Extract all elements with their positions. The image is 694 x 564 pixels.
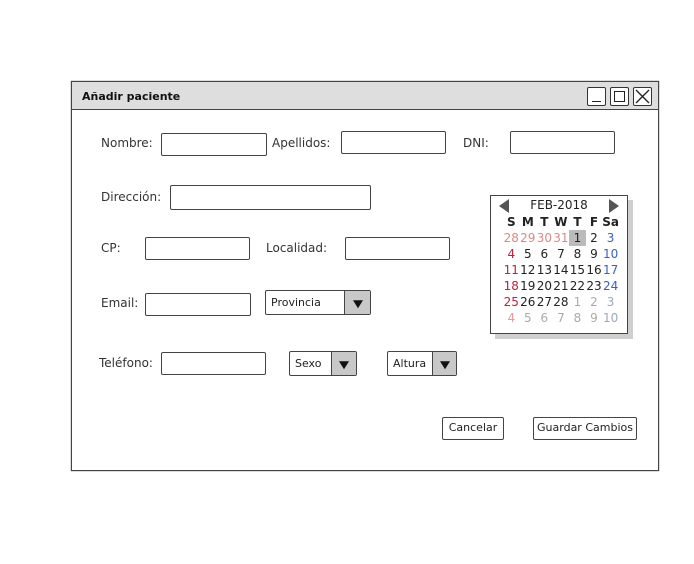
calendar-day[interactable]: 4: [503, 246, 520, 262]
direccion-input[interactable]: [170, 185, 371, 210]
minimize-button[interactable]: [587, 87, 606, 106]
calendar-day[interactable]: 13: [536, 262, 553, 278]
calendar-day[interactable]: 5: [520, 310, 537, 326]
dni-input[interactable]: [510, 131, 615, 154]
calendar-day[interactable]: 24: [602, 278, 619, 294]
chevron-down-icon[interactable]: [344, 291, 370, 314]
calendar-day[interactable]: 30: [536, 230, 553, 246]
calendar-weekday-header: Sa: [602, 215, 619, 229]
calendar-day[interactable]: 5: [520, 246, 537, 262]
calendar-day[interactable]: 7: [553, 310, 570, 326]
calendar-day[interactable]: 8: [569, 246, 586, 262]
provincia-select[interactable]: Provincia: [265, 290, 371, 315]
calendar-day[interactable]: 12: [520, 262, 537, 278]
calendar-weekday-header: F: [589, 215, 599, 229]
provincia-value: Provincia: [271, 296, 321, 309]
sexo-select[interactable]: Sexo: [289, 351, 357, 376]
apellidos-label: Apellidos:: [272, 136, 331, 150]
calendar-day[interactable]: 28: [503, 230, 520, 246]
dni-label: DNI:: [463, 136, 489, 150]
save-button[interactable]: Guardar Cambios: [533, 417, 637, 440]
date-picker-calendar: FEB-2018 S M T W T F Sa 28 29 30 31 1 2 3 4 5 6 7 8 9 10 11 12…: [490, 195, 628, 334]
calendar-day[interactable]: 28: [553, 294, 570, 310]
calendar-day[interactable]: 3: [602, 294, 619, 310]
calendar-day[interactable]: 4: [503, 310, 520, 326]
cp-input[interactable]: [145, 237, 250, 260]
apellidos-input[interactable]: [341, 131, 446, 154]
calendar-day[interactable]: 9: [586, 310, 603, 326]
localidad-label: Localidad:: [266, 241, 328, 255]
telefono-input[interactable]: [161, 352, 266, 375]
cancel-button[interactable]: Cancelar: [442, 417, 504, 440]
calendar-grid: S M T W T F Sa 28 29 30 31 1 2 3 4 5 6 7 8 9 10 11 12 13 14 15 16 1…: [503, 214, 619, 326]
nombre-label: Nombre:: [101, 136, 153, 150]
calendar-day[interactable]: 22: [569, 278, 586, 294]
calendar-day[interactable]: 2: [586, 230, 603, 246]
maximize-button[interactable]: [610, 87, 629, 106]
calendar-weekday-header: T: [540, 215, 549, 229]
calendar-day[interactable]: 16: [586, 262, 603, 278]
calendar-weekday-header: S: [506, 215, 516, 229]
nombre-input[interactable]: [161, 133, 267, 156]
calendar-weekday-header: M: [521, 215, 534, 229]
calendar-day[interactable]: 25: [503, 294, 520, 310]
calendar-day[interactable]: 17: [602, 262, 619, 278]
altura-value: Altura: [393, 357, 427, 370]
calendar-day[interactable]: 1: [569, 230, 586, 246]
email-input[interactable]: [145, 293, 251, 316]
calendar-day[interactable]: 14: [553, 262, 570, 278]
title-bar[interactable]: Añadir paciente: [72, 82, 658, 110]
calendar-day[interactable]: 23: [586, 278, 603, 294]
calendar-day[interactable]: 10: [602, 246, 619, 262]
calendar-day[interactable]: 6: [536, 310, 553, 326]
calendar-day[interactable]: 19: [520, 278, 537, 294]
calendar-day[interactable]: 11: [503, 262, 520, 278]
calendar-day[interactable]: 6: [536, 246, 553, 262]
chevron-down-icon[interactable]: [432, 352, 456, 375]
calendar-weekday-header: W: [554, 215, 568, 229]
localidad-input[interactable]: [345, 237, 450, 260]
next-month-icon[interactable]: [609, 199, 619, 213]
maximize-icon: [614, 91, 625, 102]
calendar-month: FEB-2018: [530, 198, 588, 212]
calendar-day[interactable]: 2: [586, 294, 603, 310]
calendar-weekday-header: T: [573, 215, 582, 229]
calendar-day[interactable]: 1: [569, 294, 586, 310]
calendar-day[interactable]: 7: [553, 246, 570, 262]
cp-label: CP:: [101, 241, 121, 255]
telefono-label: Teléfono:: [99, 356, 153, 370]
calendar-day[interactable]: 10: [602, 310, 619, 326]
calendar-day[interactable]: 9: [586, 246, 603, 262]
calendar-day[interactable]: 31: [553, 230, 570, 246]
calendar-day[interactable]: 27: [536, 294, 553, 310]
email-label: Email:: [101, 296, 139, 310]
direccion-label: Dirección:: [101, 190, 162, 204]
calendar-day[interactable]: 21: [553, 278, 570, 294]
sexo-value: Sexo: [295, 357, 322, 370]
calendar-day[interactable]: 26: [520, 294, 537, 310]
calendar-day[interactable]: 15: [569, 262, 586, 278]
minimize-icon: [592, 100, 601, 102]
calendar-day[interactable]: 20: [536, 278, 553, 294]
window-title: Añadir paciente: [82, 90, 181, 103]
calendar-day[interactable]: 18: [503, 278, 520, 294]
close-icon: [635, 89, 650, 104]
calendar-day[interactable]: 8: [569, 310, 586, 326]
calendar-day[interactable]: 3: [602, 230, 619, 246]
calendar-day[interactable]: 29: [520, 230, 537, 246]
close-button[interactable]: [633, 87, 652, 106]
chevron-down-icon[interactable]: [331, 352, 356, 375]
altura-select[interactable]: Altura: [387, 351, 457, 376]
